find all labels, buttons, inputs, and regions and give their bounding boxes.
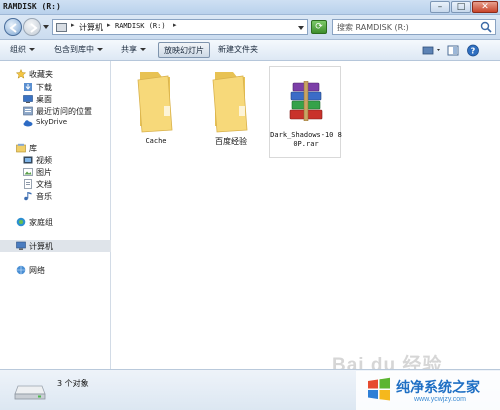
back-arrow-icon: [9, 23, 17, 33]
file-name: Dark_Shadows-10 80P.rar: [270, 131, 342, 148]
nav-skydrive[interactable]: SkyDrive: [0, 117, 111, 129]
preview-pane-icon[interactable]: [447, 44, 459, 57]
organize-menu[interactable]: 组织: [10, 44, 35, 55]
forward-arrow-icon: [30, 23, 38, 33]
computer-icon: [56, 23, 67, 32]
slideshow-button[interactable]: 放映幻灯片: [158, 42, 210, 58]
back-button[interactable]: [4, 18, 22, 36]
nav-favorites[interactable]: 收藏夹: [0, 68, 111, 80]
file-list: Cache 百度经验 Dark_Shadows-10 80P.rar Bai d…: [112, 61, 500, 376]
recent-pages-dropdown[interactable]: [43, 25, 49, 29]
forward-button[interactable]: [23, 18, 41, 36]
folder-icon: [137, 72, 173, 133]
chevron-down-icon: [29, 48, 35, 51]
refresh-icon: ⟳: [315, 22, 323, 32]
svg-text:?: ?: [471, 47, 476, 56]
item-count: 3 个对象: [57, 379, 89, 388]
brand-watermark: 纯净系统之家 www.ycwjzy.com: [356, 371, 500, 410]
search-icon[interactable]: [480, 21, 493, 33]
nav-recent-places[interactable]: 最近访问的位置: [0, 105, 111, 117]
address-bar[interactable]: ▸ 计算机 ▸ RAMDISK (R:) ▸: [52, 19, 308, 35]
music-icon: [24, 192, 32, 201]
nav-videos[interactable]: 视频: [0, 154, 111, 166]
pictures-icon: [23, 168, 33, 176]
cloud-icon: [23, 120, 33, 127]
recent-places-icon: [23, 106, 33, 116]
nav-documents[interactable]: 文档: [0, 178, 111, 190]
homegroup-icon: [16, 217, 26, 227]
nav-desktop[interactable]: 桌面: [0, 93, 111, 105]
breadcrumb-computer[interactable]: 计算机: [79, 22, 103, 33]
network-icon: [16, 265, 26, 275]
file-name: Cache: [145, 137, 167, 145]
new-folder-button[interactable]: 新建文件夹: [218, 44, 258, 55]
rar-archive-icon: [289, 81, 323, 121]
library-icon: [16, 143, 26, 153]
file-item-baidu-jingyan[interactable]: 百度经验: [195, 66, 267, 158]
desktop-icon: [23, 95, 33, 103]
navigation-pane: 收藏夹 下载 桌面 最近访问的位置 SkyDrive 库 视频 图片 文档 音乐…: [0, 61, 111, 369]
nav-libraries[interactable]: 库: [0, 142, 111, 154]
nav-pictures[interactable]: 图片: [0, 166, 111, 178]
brand-name: 纯净系统之家: [396, 380, 480, 396]
window-title: RAMDISK (R:): [3, 2, 61, 11]
search-placeholder: 搜索 RAMDISK (R:): [337, 23, 409, 32]
folder-icon: [212, 72, 248, 133]
star-icon: [16, 69, 26, 79]
breadcrumb-separator-icon[interactable]: ▸: [107, 21, 111, 29]
nav-network[interactable]: 网络: [0, 264, 111, 276]
minimize-button[interactable]: –: [430, 1, 450, 13]
brand-url: www.ycwjzy.com: [414, 396, 466, 403]
drive-icon: [14, 385, 46, 400]
include-in-library-menu[interactable]: 包含到库中: [54, 44, 103, 55]
nav-computer[interactable]: 计算机: [0, 240, 111, 252]
nav-downloads[interactable]: 下载: [0, 81, 111, 93]
maximize-button[interactable]: □: [451, 1, 471, 13]
video-icon: [23, 156, 33, 164]
nav-homegroup[interactable]: 家庭组: [0, 216, 111, 228]
nav-music[interactable]: 音乐: [0, 190, 111, 202]
title-bar: RAMDISK (R:) – □ ✕: [0, 0, 500, 15]
address-dropdown-icon[interactable]: [298, 26, 304, 30]
help-icon[interactable]: ?: [466, 44, 480, 57]
search-input[interactable]: 搜索 RAMDISK (R:): [332, 19, 496, 35]
breadcrumb-separator-icon[interactable]: ▸: [71, 21, 75, 29]
file-item-cache[interactable]: Cache: [120, 66, 192, 158]
breadcrumb-separator-icon[interactable]: ▸: [173, 21, 177, 29]
chevron-down-icon: [97, 48, 103, 51]
share-menu[interactable]: 共享: [121, 44, 146, 55]
downloads-icon: [24, 83, 32, 91]
address-row: ▸ 计算机 ▸ RAMDISK (R:) ▸ ⟳ 搜索 RAMDISK (R:): [0, 15, 500, 40]
chevron-down-icon: [140, 48, 146, 51]
computer-icon: [16, 241, 26, 250]
close-button[interactable]: ✕: [472, 1, 498, 13]
refresh-button[interactable]: ⟳: [311, 20, 327, 34]
change-view-icon[interactable]: [422, 44, 444, 57]
file-name: 百度经验: [215, 137, 247, 146]
breadcrumb-ramdisk[interactable]: RAMDISK (R:): [115, 22, 166, 30]
documents-icon: [24, 179, 32, 189]
command-bar: 组织 包含到库中 共享 放映幻灯片 新建文件夹 ?: [0, 40, 500, 61]
file-item-rar[interactable]: Dark_Shadows-10 80P.rar: [269, 66, 342, 158]
windows-logo-icon: [368, 377, 390, 401]
